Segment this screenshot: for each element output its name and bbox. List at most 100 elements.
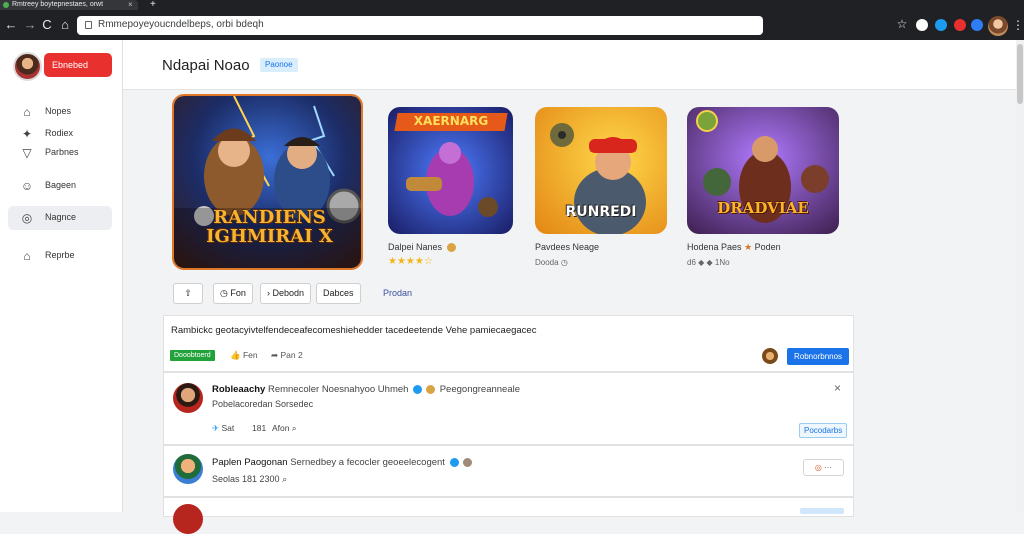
likes-meta[interactable]: 👍 Fen <box>230 350 258 361</box>
creator-avatar-icon[interactable] <box>762 348 778 364</box>
comment-author-handle: Remnecoler Noesnahyoo Uhmeh <box>267 384 409 395</box>
sidebar-item-label: Parbnes <box>45 147 79 157</box>
game-cover-4-title: DRADVIAE <box>717 199 809 217</box>
comment-card-3 <box>163 497 854 534</box>
extension-icon-4[interactable] <box>971 19 983 31</box>
share-button[interactable]: ⇧ <box>173 283 203 304</box>
search-icon: ⌕ <box>282 474 288 484</box>
save-button[interactable]: Dabces <box>316 283 361 304</box>
like-action[interactable]: Afon ⌕ <box>272 423 297 434</box>
next-button[interactable]: › Debodn <box>260 283 312 304</box>
featured-game-cover[interactable]: RANDIENS IGHMIRAI X <box>172 94 363 270</box>
more-options-button[interactable]: ◎ ··· <box>803 459 844 476</box>
count-action[interactable]: 181 <box>252 423 266 433</box>
extension-icon-3[interactable] <box>954 19 966 31</box>
verified-icon <box>413 384 423 394</box>
comment-card-1: Robleaachy Remnecoler Noesnahyoo Uhmeh P… <box>163 372 854 445</box>
game-cover-3[interactable]: RUNREDI <box>535 107 667 234</box>
house-icon: ⌂ <box>23 249 31 263</box>
close-icon[interactable]: × <box>834 381 841 395</box>
featured-cover-title: RANDIENS IGHMIRAI X <box>174 207 361 246</box>
game-title-2-text: Dalpei Nanes <box>388 242 443 252</box>
genre-tag[interactable]: Dooobtoerd <box>170 350 215 361</box>
browser-profile-avatar[interactable] <box>988 16 1008 36</box>
game-title-2[interactable]: Dalpei Nanes <box>388 242 458 253</box>
coin-icon <box>446 243 456 253</box>
extension-icon-1[interactable] <box>916 19 928 31</box>
back-icon[interactable]: ← <box>3 17 19 33</box>
avatar[interactable] <box>13 52 42 81</box>
sidebar-item-store[interactable]: ⌂ Reprbe <box>8 244 112 268</box>
like-label: Afon <box>272 423 290 433</box>
bookmark-star-icon[interactable]: ☆ <box>894 16 910 32</box>
address-url: Rmmepoyeyoucndelbeps, orbi bdeqh <box>98 19 264 30</box>
profile-button[interactable]: Ebnebed <box>44 53 112 77</box>
browser-menu-icon[interactable]: ⋮ <box>1012 16 1024 34</box>
game-cover-2[interactable]: XAERNARG <box>388 107 513 234</box>
comment-author-name: Paplen Paogonan <box>212 457 288 468</box>
likes-label: Fen <box>242 350 258 360</box>
chat-icon: ◎ <box>21 211 33 225</box>
scrollbar-thumb[interactable] <box>1017 44 1023 104</box>
sidebar-item-label: Nagnce <box>45 212 77 222</box>
comment-card-2: Paplen Paogonan Sernedbey a fecocler geo… <box>163 445 854 497</box>
game-sub-3: Dooda ◷ <box>535 258 568 267</box>
game-title-4-text: Hodena Paes <box>687 242 742 252</box>
avatar[interactable] <box>173 383 203 413</box>
description-card: Rambickc geotacyivtelfendeceafecomeshieh… <box>163 315 854 372</box>
browser-tab[interactable]: Rmtreey boytepnestaes, orwt × <box>0 0 138 10</box>
sidebar-item-messages[interactable]: ◎ Nagnce <box>8 206 112 230</box>
home-icon[interactable]: ⌂ <box>57 17 73 33</box>
sidebar: Ebnebed ⌂ Nopes ✦ Rodiex ▽ Parbnes ☺ Bag… <box>0 40 123 512</box>
sidebar-item-friends[interactable]: ☺ Bageen <box>8 174 112 198</box>
avatar[interactable] <box>173 454 203 484</box>
page-title: Ndapai Noao <box>162 57 250 74</box>
page-scrollbar[interactable] <box>1016 40 1024 512</box>
cover-title-line1: RANDIENS <box>213 207 326 228</box>
comment-time: Seolas 181 2300 ⌕ <box>212 474 287 485</box>
main-content: Ndapai Noao Paonoe RANDIENS IGHMIRAI X X… <box>123 40 1024 534</box>
share-icon: ⇧ <box>184 288 192 298</box>
game-cover-3-title: RUNREDI <box>565 204 637 220</box>
sidebar-item-library[interactable]: ▽ Parbnes <box>8 141 112 165</box>
game-cover-4[interactable]: DRADVIAE <box>687 107 839 234</box>
address-bar[interactable]: Rmmepoyeyoucndelbeps, orbi bdeqh <box>77 16 763 35</box>
home-icon: ⌂ <box>23 105 31 119</box>
reload-icon[interactable]: C <box>39 17 55 33</box>
comment-author[interactable]: Paplen Paogonan Sernedbey a fecocler geo… <box>212 457 474 468</box>
forward-icon[interactable]: → <box>22 17 38 33</box>
reply-button-partial[interactable] <box>800 508 844 514</box>
count-label: 181 <box>252 423 267 433</box>
tab-title: Rmtreey boytepnestaes, orwt <box>12 1 104 8</box>
product-link[interactable]: Prodan <box>383 288 412 298</box>
game-sub-4: d6 ◆ ◆ 1No <box>687 258 730 267</box>
extension-icon-2[interactable] <box>935 19 947 31</box>
reply-button[interactable]: Pocodarbs <box>799 423 848 438</box>
sidebar-item-home[interactable]: ⌂ Nopes <box>8 100 112 124</box>
game-title-3[interactable]: Pavdees Neage <box>535 242 599 252</box>
game-title-4[interactable]: Hodena Paes ★ Poden <box>687 242 781 253</box>
next-label: Debodn <box>272 288 305 298</box>
tab-close-icon[interactable]: × <box>128 0 133 10</box>
shares-meta[interactable]: ➦ Pan 2 <box>271 350 303 361</box>
compass-icon: ✦ <box>21 127 33 141</box>
page-header: Ndapai Noao Paonoe <box>123 40 1024 90</box>
comment-author-extra: Peegongreanneale <box>439 384 521 395</box>
avatar[interactable] <box>173 504 203 534</box>
chevron-right-icon: › <box>267 288 270 298</box>
shield-icon: ▽ <box>22 146 32 160</box>
shares-label: Pan 2 <box>280 350 303 360</box>
comment-author[interactable]: Robleaachy Remnecoler Noesnahyoo Uhmeh P… <box>212 384 520 395</box>
comment-body: Pobelacoredan Sorsedec <box>212 399 314 409</box>
sidebar-item-label: Reprbe <box>45 250 75 260</box>
reply-action[interactable]: ✈ Sat <box>212 423 234 434</box>
follow-button[interactable]: Robnorbnnos <box>787 348 850 365</box>
comment-author-handle: Sernedbey a fecocler geoeelecogent <box>290 457 445 468</box>
rating-stars: ★★★★☆ <box>388 256 433 267</box>
reply-label: Sat <box>221 423 235 433</box>
game-title-4-extra: Poden <box>754 242 781 252</box>
lock-icon <box>85 21 92 29</box>
new-tab-button[interactable]: + <box>150 0 156 10</box>
play-button[interactable]: ◷ Fon <box>213 283 253 304</box>
flame-icon: ★ <box>744 242 753 252</box>
